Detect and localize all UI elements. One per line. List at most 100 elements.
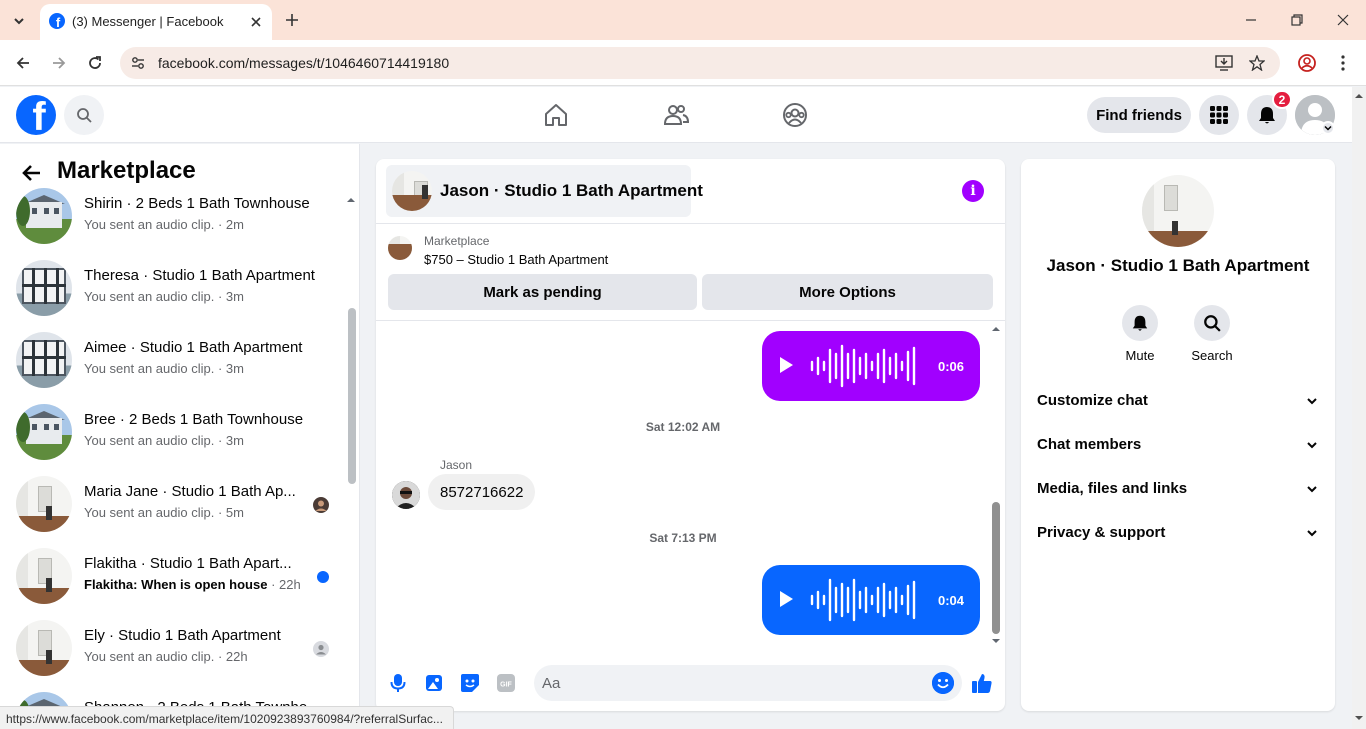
audio-message-outgoing[interactable]: 0:04	[762, 565, 980, 635]
chat-window: Jason · Studio 1 Bath Apartment i Market…	[376, 159, 1005, 711]
play-icon[interactable]	[780, 591, 793, 607]
plus-icon	[286, 14, 298, 26]
restore-icon	[1291, 14, 1303, 26]
profile-button[interactable]	[1296, 52, 1318, 74]
search-label: Search	[1191, 348, 1233, 363]
nav-home[interactable]	[542, 101, 570, 129]
forward-button[interactable]	[46, 50, 72, 76]
browser-tab-active[interactable]: f (3) Messenger | Facebook	[40, 4, 272, 40]
conversation-details-panel: Jason · Studio 1 Bath Apartment Mute Sea…	[1021, 159, 1335, 711]
facebook-header: f Find friends 2	[0, 87, 1352, 143]
browser-tab-bar: f (3) Messenger | Facebook	[0, 0, 1366, 40]
facebook-search-button[interactable]	[64, 95, 104, 135]
conversation-item[interactable]: Aimee · Studio 1 Bath Apartment You sent…	[16, 328, 336, 392]
section-media-files-links[interactable]: Media, files and links	[1029, 467, 1327, 511]
arrow-right-icon	[53, 57, 66, 69]
conversation-item[interactable]: Bree · 2 Beds 1 Bath Townhouse You sent …	[16, 400, 336, 464]
seen-avatar	[313, 641, 329, 657]
mute-button[interactable]	[1122, 305, 1158, 341]
scrollbar-thumb[interactable]	[992, 502, 1000, 634]
listing-thumbnail	[16, 260, 72, 316]
gif-button[interactable]: GIF	[494, 671, 518, 695]
conversation-item[interactable]: Shirin · 2 Beds 1 Bath Townhouse You sen…	[16, 184, 336, 248]
new-tab-button[interactable]	[281, 9, 303, 31]
divider	[376, 223, 1005, 224]
message-input[interactable]	[542, 673, 912, 693]
search-in-conversation-button[interactable]	[1194, 305, 1230, 341]
install-icon	[1215, 55, 1233, 71]
section-customize-chat[interactable]: Customize chat	[1029, 379, 1327, 423]
svg-text:GIF: GIF	[500, 682, 512, 689]
message-list: 0:06 Sat 12:02 AM Jason 8572716622 Sat 7…	[376, 321, 1005, 651]
sender-avatar[interactable]	[392, 481, 420, 509]
install-app-button[interactable]	[1214, 53, 1234, 73]
find-friends-button[interactable]: Find friends	[1087, 97, 1191, 133]
chevron-down-icon	[1324, 125, 1332, 131]
scroll-up-icon	[992, 327, 1000, 331]
menu-button[interactable]	[1199, 95, 1239, 135]
back-to-chats-button[interactable]	[18, 160, 44, 186]
mark-as-pending-button[interactable]: Mark as pending	[388, 274, 697, 310]
reload-button[interactable]	[82, 50, 108, 76]
section-label: Media, files and links	[1037, 480, 1188, 497]
tab-close-button[interactable]	[247, 13, 265, 31]
message-composer: GIF	[376, 659, 1005, 711]
scroll-down-icon	[992, 639, 1000, 643]
more-vertical-icon	[1341, 55, 1345, 71]
section-label: Customize chat	[1037, 392, 1148, 409]
account-chevron[interactable]	[1321, 121, 1335, 135]
nav-friends[interactable]	[662, 101, 690, 129]
browser-menu-button[interactable]	[1332, 52, 1354, 74]
emoji-button[interactable]	[932, 672, 954, 694]
bookmark-button[interactable]	[1247, 53, 1267, 73]
facebook-favicon-icon: f	[49, 13, 65, 29]
marketplace-label: Marketplace	[424, 234, 490, 248]
tab-search-dropdown[interactable]	[6, 8, 32, 34]
minimize-button[interactable]	[1239, 8, 1263, 32]
audio-message-outgoing[interactable]: 0:06	[762, 331, 980, 401]
play-icon[interactable]	[780, 357, 793, 373]
search-action[interactable]: Search	[1182, 305, 1242, 363]
conversation-info-icon[interactable]: i	[962, 180, 984, 202]
search-icon	[77, 108, 92, 123]
section-chat-members[interactable]: Chat members	[1029, 423, 1327, 467]
message-list-scrollbar[interactable]	[989, 321, 1003, 651]
close-window-button[interactable]	[1331, 8, 1355, 32]
site-settings-icon[interactable]	[130, 55, 146, 71]
conversation-item[interactable]: Theresa · Studio 1 Bath Apartment You se…	[16, 256, 336, 320]
sender-name: Jason	[440, 458, 473, 472]
section-privacy-support[interactable]: Privacy & support	[1029, 511, 1327, 555]
listing-price-title[interactable]: $750 – Studio 1 Bath Apartment	[424, 252, 608, 267]
address-bar[interactable]: facebook.com/messages/t/1046460714419180	[120, 47, 1280, 79]
page-scrollbar[interactable]	[1352, 87, 1366, 729]
sticker-button[interactable]	[458, 671, 482, 695]
scrollbar-thumb[interactable]	[348, 308, 356, 484]
svg-text:f: f	[56, 15, 61, 29]
restore-button[interactable]	[1285, 8, 1309, 32]
send-like-button[interactable]	[970, 671, 994, 695]
conversation-preview: You sent an audio clip. · 2m	[84, 217, 244, 232]
listing-thumbnail[interactable]	[388, 236, 412, 260]
marketplace-conversation-panel: Marketplace Shirin · 2 Beds 1 Bath Townh…	[0, 144, 360, 729]
conversation-name: Bree · 2 Beds 1 Bath Townhouse	[84, 411, 304, 428]
image-icon	[426, 675, 442, 691]
mute-action[interactable]: Mute	[1110, 305, 1170, 363]
facebook-logo[interactable]: f	[16, 95, 56, 135]
incoming-message-bubble[interactable]: 8572716622	[428, 474, 536, 510]
timestamp: Sat 12:02 AM	[645, 420, 721, 434]
nav-groups[interactable]	[781, 101, 809, 129]
chat-header-button[interactable]: Jason · Studio 1 Bath Apartment	[386, 165, 703, 217]
conversation-list-scrollbar[interactable]	[344, 194, 358, 729]
conversation-item[interactable]: Flakitha · Studio 1 Bath Apart... Flakit…	[16, 544, 336, 608]
voice-clip-button[interactable]	[386, 671, 410, 695]
star-icon	[1249, 55, 1265, 71]
listing-avatar[interactable]	[1142, 175, 1214, 247]
back-button[interactable]	[10, 50, 36, 76]
conversation-item[interactable]: Ely · Studio 1 Bath Apartment You sent a…	[16, 616, 336, 680]
listing-thumbnail	[16, 620, 72, 676]
attach-photo-button[interactable]	[422, 671, 446, 695]
message-input-container[interactable]	[534, 665, 962, 701]
more-options-button[interactable]: More Options	[702, 274, 993, 310]
conversation-item[interactable]: Maria Jane · Studio 1 Bath Ap... You sen…	[16, 472, 336, 536]
section-label: Privacy & support	[1037, 524, 1166, 541]
